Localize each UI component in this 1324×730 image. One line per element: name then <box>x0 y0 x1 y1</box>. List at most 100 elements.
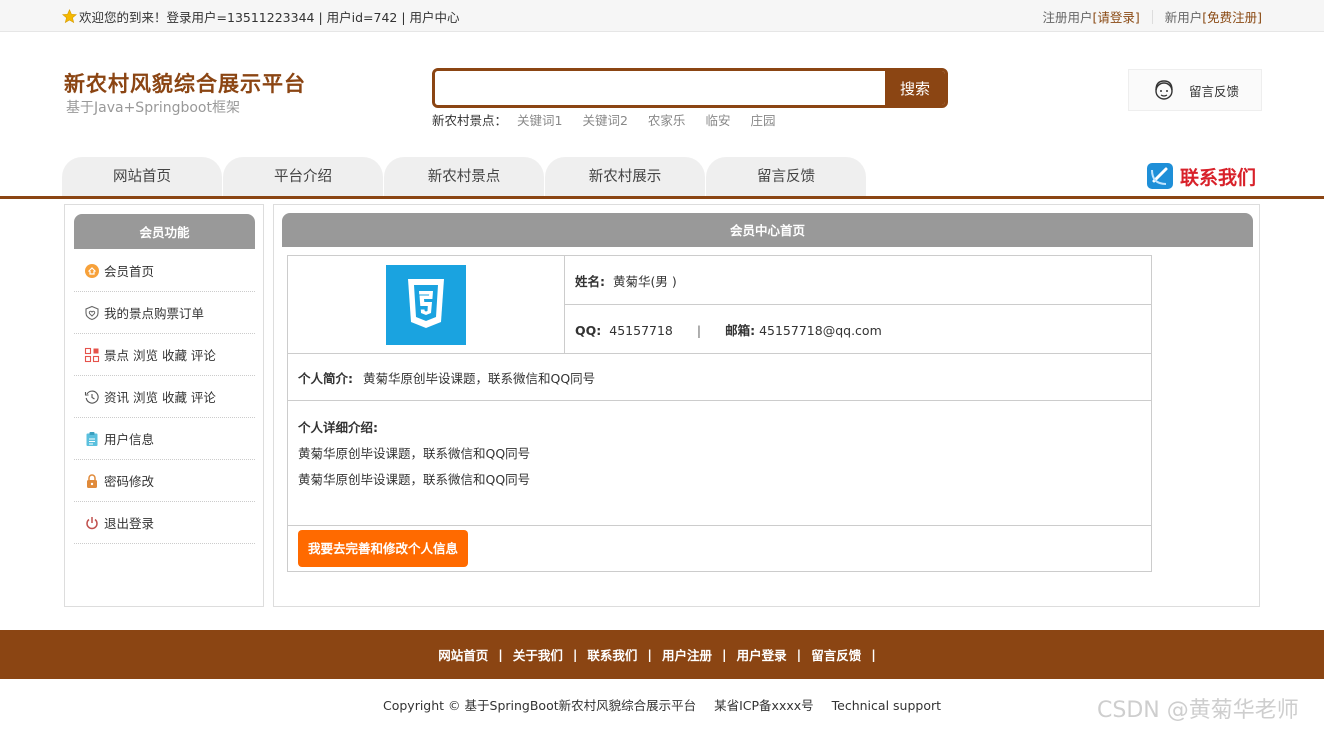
sidebar-item-logout[interactable]: 退出登录 <box>74 502 255 544</box>
member-center-panel: 会员中心首页 姓名: 黄菊华(男 ) QQ: 45157718 | 邮箱: 45157… <box>273 204 1260 607</box>
name-value: 黄菊华(男 ) <box>613 273 677 289</box>
footer-link-feedback[interactable]: 留言反馈 <box>811 645 861 664</box>
register-user-label: 注册用户 <box>1042 10 1093 25</box>
action-cell: 我要去完善和修改个人信息 <box>287 525 1152 572</box>
top-bar: 欢迎您的到来！ 登录用户=13511223344 | 用户id=742 | 用户… <box>0 0 1324 32</box>
footer-sep: | <box>871 647 876 662</box>
contact-us[interactable]: 联系我们 <box>1146 162 1256 190</box>
footer-link-login[interactable]: 用户登录 <box>737 645 787 664</box>
footer-sep: | <box>647 647 652 662</box>
footer-sep: | <box>572 647 578 662</box>
sidebar-item-label: 用户信息 <box>104 432 155 447</box>
register-link[interactable]: [免费注册] <box>1202 7 1262 26</box>
hot-keyword[interactable]: 关键词2 <box>582 110 627 129</box>
nav-item-home[interactable]: 网站首页 <box>62 157 222 197</box>
nav-item-showcase[interactable]: 新农村展示 <box>545 157 705 197</box>
sidebar-item-label: 会员首页 <box>104 264 155 279</box>
lock-icon <box>84 473 100 489</box>
panel-title: 会员中心首页 <box>282 213 1253 247</box>
nav-item-about[interactable]: 平台介绍 <box>223 157 383 197</box>
sidebar-item-user-info[interactable]: 用户信息 <box>74 418 255 460</box>
sidebar-item-label: 资讯 浏览 收藏 评论 <box>104 390 216 405</box>
hot-keywords: 新农村景点： 关键词1 关键词2 农家乐 临安 庄园 <box>432 110 795 129</box>
feedback-label: 留言反馈 <box>1189 83 1240 99</box>
site-subtitle: 基于Java+Springboot框架 <box>66 100 240 116</box>
hot-keyword[interactable]: 庄园 <box>750 110 775 129</box>
new-user-label: 新用户 <box>1164 10 1203 25</box>
intro-cell: 个人简介: 黄菊华原创毕设课题，联系微信和QQ同号 <box>287 353 1152 401</box>
home-icon <box>84 263 100 279</box>
avatar <box>386 264 466 345</box>
sidebar-item-attraction-activity[interactable]: 景点 浏览 收藏 评论 <box>74 334 255 376</box>
sidebar-item-news-activity[interactable]: 资讯 浏览 收藏 评论 <box>74 376 255 418</box>
search-button[interactable]: 搜索 <box>885 71 945 105</box>
welcome-area: 欢迎您的到来！ 登录用户=13511223344 | 用户id=742 | 用户… <box>62 7 460 26</box>
sidebar-list: 会员首页 我的景点购票订单 景点 浏览 收藏 评论 资讯 浏览 收藏 评论 用户… <box>74 250 255 544</box>
sidebar-item-label: 退出登录 <box>104 516 155 531</box>
hot-keyword[interactable]: 关键词1 <box>517 110 562 129</box>
clipboard-icon <box>84 431 100 447</box>
email-value: 45157718@qq.com <box>759 322 882 338</box>
email-label: 邮箱: <box>725 322 756 338</box>
sidebar-item-label: 我的景点购票订单 <box>104 306 205 321</box>
avatar-cell <box>287 255 565 354</box>
qq-label: QQ: <box>575 322 602 338</box>
detail-line: 黄菊华原创毕设课题，联系微信和QQ同号 <box>298 472 531 487</box>
hot-keyword[interactable]: 临安 <box>705 110 730 129</box>
contact-us-label: 联系我们 <box>1180 166 1257 189</box>
hot-keywords-label: 新农村景点： <box>432 113 508 128</box>
footer-sep: | <box>722 647 727 662</box>
sidebar-item-member-home[interactable]: 会员首页 <box>74 250 255 292</box>
contact-cell: QQ: 45157718 | 邮箱: 45157718@qq.com <box>564 304 1152 354</box>
shield-heart-icon <box>84 305 100 321</box>
footer-link-register[interactable]: 用户注册 <box>662 645 712 664</box>
hot-keyword[interactable]: 农家乐 <box>648 110 686 129</box>
icp-text: 某省ICP备xxxx号 <box>714 698 814 713</box>
nav-item-feedback[interactable]: 留言反馈 <box>706 157 866 197</box>
grid-icon <box>84 347 100 363</box>
divider <box>1151 9 1153 24</box>
profile-table: 姓名: 黄菊华(男 ) QQ: 45157718 | 邮箱: 45157718@qq.… <box>287 255 1152 572</box>
intro-label: 个人简介: <box>298 370 353 386</box>
name-label: 姓名: <box>575 273 605 289</box>
nav-divider-line <box>0 196 1324 199</box>
footer-link-about[interactable]: 关于我们 <box>513 645 563 664</box>
site-title[interactable]: 新农村风貌综合展示平台 <box>64 68 306 98</box>
copyright-text: Copyright © 基于SpringBoot新农村风貌综合展示平台 <box>382 698 697 713</box>
member-sidebar: 会员功能 会员首页 我的景点购票订单 景点 浏览 收藏 评论 资讯 浏览 收藏 … <box>64 204 264 607</box>
welcome-text: 欢迎您的到来！ <box>79 10 167 25</box>
sidebar-item-ticket-orders[interactable]: 我的景点购票订单 <box>74 292 255 334</box>
power-icon <box>84 515 100 531</box>
sidebar-item-label: 密码修改 <box>104 474 155 489</box>
footer-link-home[interactable]: 网站首页 <box>438 645 488 664</box>
login-info[interactable]: 登录用户=13511223344 | 用户id=742 | 用户中心 <box>167 7 460 26</box>
qq-value: 45157718 <box>609 322 673 338</box>
support-text: Technical support <box>831 698 942 713</box>
intro-value: 黄菊华原创毕设课题，联系微信和QQ同号 <box>363 370 596 386</box>
account-links: 注册用户 [请登录] 新用户 [免费注册] <box>1042 7 1262 26</box>
name-cell: 姓名: 黄菊华(男 ) <box>564 255 1152 305</box>
divider: | <box>696 322 702 338</box>
sidebar-item-label: 景点 浏览 收藏 评论 <box>104 348 216 363</box>
star-icon <box>62 9 77 24</box>
detail-cell: 个人详细介绍: 黄菊华原创毕设课题，联系微信和QQ同号 黄菊华原创毕设课题，联系… <box>287 400 1152 526</box>
feedback-button[interactable]: 留言反馈 <box>1128 69 1262 111</box>
login-link[interactable]: [请登录] <box>1092 7 1139 26</box>
footer-links: 网站首页 | 关于我们 | 联系我们 | 用户注册 | 用户登录 | 留言反馈 | <box>0 630 1324 679</box>
sidebar-item-change-password[interactable]: 密码修改 <box>74 460 255 502</box>
main-nav: 网站首页 平台介绍 新农村景点 新农村展示 留言反馈 <box>62 157 867 197</box>
search-input[interactable] <box>435 71 885 105</box>
nav-item-attractions[interactable]: 新农村景点 <box>384 157 544 197</box>
detail-line: 黄菊华原创毕设课题，联系微信和QQ同号 <box>298 446 531 461</box>
customer-service-icon <box>1155 80 1173 100</box>
edit-profile-button[interactable]: 我要去完善和修改个人信息 <box>298 530 469 567</box>
footer-link-contact[interactable]: 联系我们 <box>587 645 637 664</box>
detail-label: 个人详细介绍: <box>298 420 378 435</box>
watermark: CSDN @黄菊华老师 <box>1097 698 1299 723</box>
sidebar-title: 会员功能 <box>74 214 255 249</box>
search-box: 搜索 <box>432 68 948 108</box>
footer-sep: | <box>498 647 503 662</box>
history-icon <box>84 389 100 405</box>
phone-icon <box>1147 163 1173 189</box>
footer-sep: | <box>796 647 802 662</box>
